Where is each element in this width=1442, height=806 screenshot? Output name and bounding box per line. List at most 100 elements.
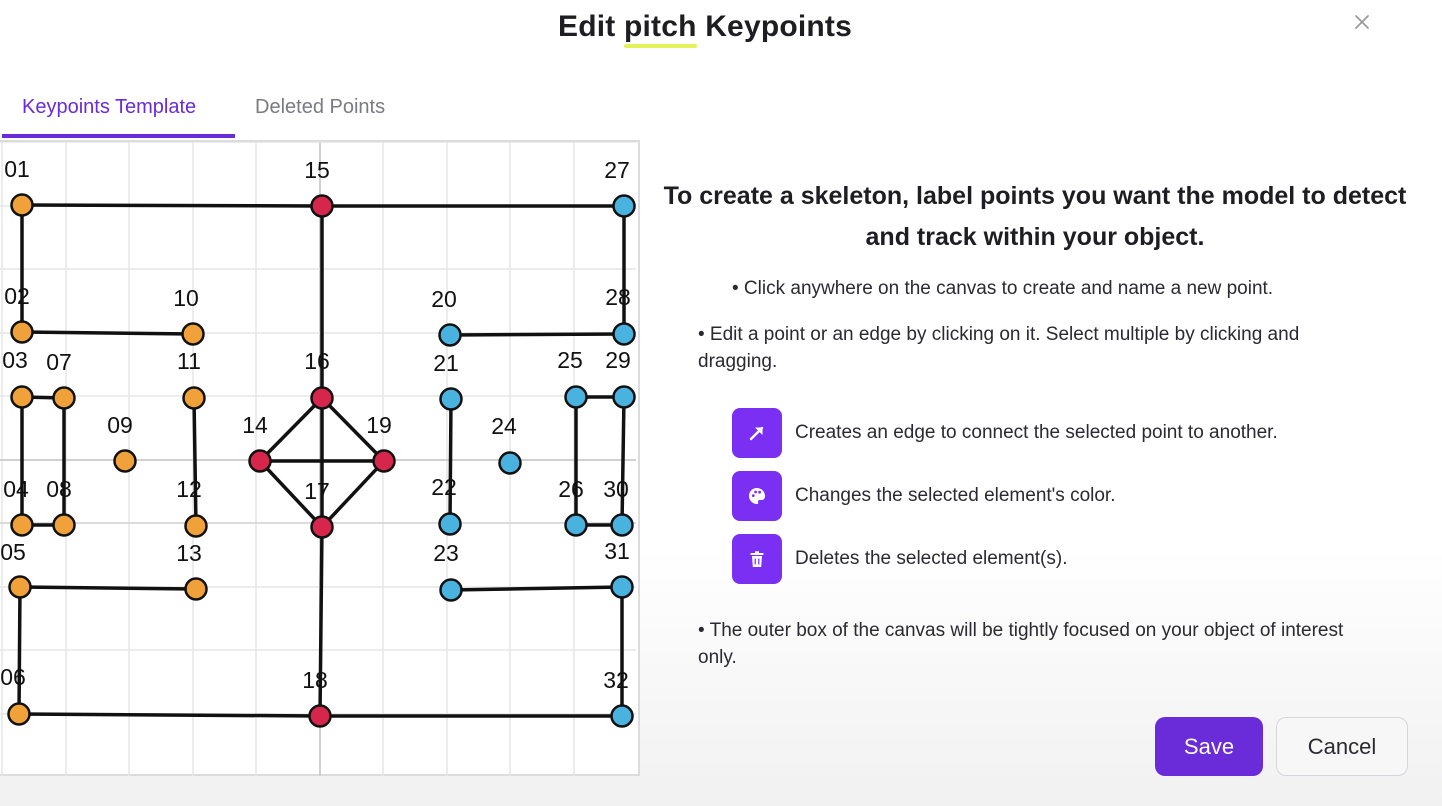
keypoint-label-02: 02 [4, 283, 30, 309]
close-icon [1355, 15, 1369, 29]
keypoint-label-19: 19 [366, 412, 392, 438]
keypoint-label-21: 21 [433, 350, 459, 376]
skeleton-edge[interactable] [448, 332, 626, 337]
keypoint-11[interactable] [182, 386, 206, 410]
tool-row-edge: Creates an edge to connect the selected … [732, 408, 1278, 458]
keypoint-label-28: 28 [605, 284, 631, 310]
active-tab-indicator [2, 134, 235, 138]
instructions-heading: To create a skeleton, label points you w… [663, 182, 1407, 251]
delete-element-description: Deletes the selected element(s). [795, 548, 1068, 569]
keypoint-22[interactable] [438, 512, 462, 536]
arrow-icon [749, 426, 764, 441]
instruction-click-canvas: • Click anywhere on the canvas to create… [732, 278, 1274, 299]
keypoint-13[interactable] [184, 577, 208, 601]
keypoint-label-16: 16 [304, 348, 330, 374]
keypoint-31[interactable] [610, 575, 634, 599]
skeleton-edge[interactable] [320, 459, 386, 529]
keypoint-02[interactable] [10, 320, 34, 344]
keypoint-label-09: 09 [107, 412, 133, 438]
change-color-description: Changes the selected element's color. [795, 485, 1116, 506]
keypoint-label-08: 08 [46, 476, 72, 502]
keypoint-label-20: 20 [431, 286, 457, 312]
keypoint-30[interactable] [610, 513, 634, 537]
keypoint-19[interactable] [372, 449, 396, 473]
keypoint-label-26: 26 [558, 476, 584, 502]
keypoint-label-17: 17 [304, 478, 330, 504]
keypoint-28[interactable] [612, 322, 636, 346]
keypoint-08[interactable] [52, 513, 76, 537]
title-suffix: Keypoints [696, 10, 853, 43]
keypoint-label-06: 06 [0, 664, 26, 690]
palette-icon [749, 488, 765, 504]
title-prefix: Edit [557, 10, 624, 43]
keypoint-24[interactable] [498, 451, 522, 475]
keypoint-label-27: 27 [604, 157, 630, 183]
keypoint-label-04: 04 [3, 476, 29, 502]
keypoint-26[interactable] [564, 513, 588, 537]
keypoint-label-32: 32 [603, 667, 629, 693]
skeleton-edge[interactable] [17, 712, 322, 718]
keypoint-05[interactable] [8, 575, 32, 599]
keypoint-07[interactable] [52, 386, 76, 410]
keypoint-16[interactable] [310, 386, 334, 410]
keypoint-label-12: 12 [176, 476, 202, 502]
keypoint-01[interactable] [10, 193, 34, 217]
delete-element-button[interactable] [732, 534, 782, 584]
keypoint-27[interactable] [612, 194, 636, 218]
keypoint-03[interactable] [10, 385, 34, 409]
skeleton-edge[interactable] [192, 396, 198, 528]
keypoint-label-18: 18 [302, 667, 328, 693]
keypoint-12[interactable] [184, 514, 208, 538]
keypoint-14[interactable] [248, 449, 272, 473]
keypoint-17[interactable] [310, 515, 334, 539]
skeleton-edge[interactable] [17, 585, 22, 716]
tab-keypoints-template[interactable]: Keypoints Template [22, 96, 196, 119]
keypoint-29[interactable] [612, 385, 636, 409]
title-highlight: pitch [623, 10, 697, 48]
keypoint-label-10: 10 [173, 285, 199, 311]
keypoint-10[interactable] [181, 322, 205, 346]
create-edge-description: Creates an edge to connect the selected … [795, 422, 1278, 443]
keypoint-23[interactable] [439, 578, 463, 602]
skeleton-edge[interactable] [258, 396, 324, 463]
tool-row-color: Changes the selected element's color. [732, 471, 1116, 521]
skeleton-edge[interactable] [20, 330, 195, 336]
keypoint-06[interactable] [7, 702, 31, 726]
skeleton-edge[interactable] [620, 395, 626, 527]
keypoint-label-24: 24 [491, 413, 517, 439]
cancel-button[interactable]: Cancel [1276, 717, 1408, 776]
keypoint-09[interactable] [113, 449, 137, 473]
keypoint-21[interactable] [439, 387, 463, 411]
keypoint-25[interactable] [564, 385, 588, 409]
keypoint-label-13: 13 [176, 540, 202, 566]
trash-icon [750, 551, 764, 567]
keypoint-04[interactable] [10, 513, 34, 537]
keypoints-canvas[interactable]: 01 02 03 04 05 06 07 08 09 10 11 12 13 14 15 16 17 18 19 20… [0, 140, 640, 776]
keypoint-label-15: 15 [304, 157, 330, 183]
keypoint-label-29: 29 [605, 347, 631, 373]
save-button[interactable]: Save [1155, 717, 1263, 776]
change-color-button[interactable] [732, 471, 782, 521]
skeleton-edge[interactable] [18, 585, 198, 591]
instruction-edit-point: • Edit a point or an edge by clicking on… [698, 324, 1300, 372]
keypoint-label-01: 01 [4, 156, 30, 182]
keypoint-label-25: 25 [557, 347, 583, 373]
skeleton-svg[interactable]: 01 02 03 04 05 06 07 08 09 10 11 12 13 14 15 16 17 18 19 20… [0, 142, 636, 776]
close-button[interactable] [1346, 6, 1378, 38]
keypoint-15[interactable] [310, 194, 334, 218]
tab-deleted-points[interactable]: Deleted Points [255, 96, 385, 119]
keypoint-label-22: 22 [431, 474, 457, 500]
create-edge-button[interactable] [732, 408, 782, 458]
keypoint-label-31: 31 [604, 538, 630, 564]
dialog-title: Edit pitch Keypoints [0, 10, 1410, 48]
keypoint-32[interactable] [610, 704, 634, 728]
keypoint-label-05: 05 [0, 539, 26, 565]
keypoint-20[interactable] [438, 323, 462, 347]
skeleton-edge[interactable] [20, 203, 324, 208]
keypoint-label-07: 07 [46, 349, 72, 375]
keypoint-18[interactable] [308, 704, 332, 728]
keypoint-label-23: 23 [433, 540, 459, 566]
skeleton-edge[interactable] [448, 397, 453, 526]
instruction-outer-box: • The outer box of the canvas will be ti… [698, 620, 1344, 668]
keypoint-label-03: 03 [2, 347, 28, 373]
